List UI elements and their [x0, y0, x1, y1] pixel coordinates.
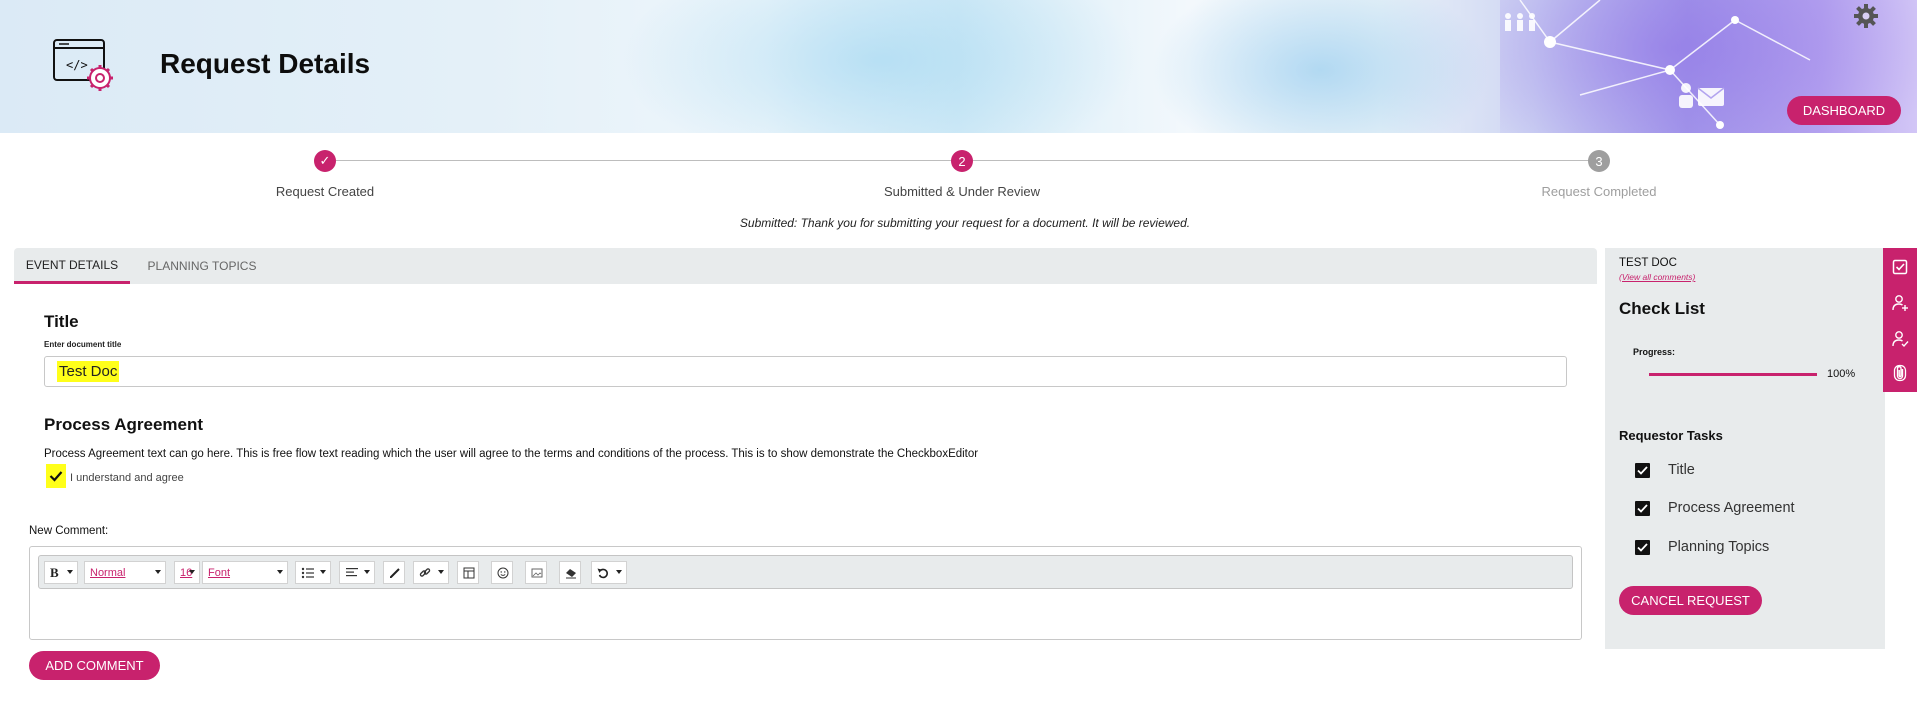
font-value: Font	[208, 566, 231, 579]
bold-button[interactable]: B	[44, 561, 78, 584]
image-icon	[531, 568, 543, 577]
undo-icon	[597, 568, 608, 578]
task-process-agreement[interactable]: Process Agreement	[1635, 500, 1795, 516]
progress-bar	[1649, 373, 1817, 376]
task-checkbox[interactable]	[1635, 500, 1650, 516]
page: </> Request Details DASHBOARD ✓ Request …	[0, 0, 1917, 711]
pen-button[interactable]	[383, 561, 405, 584]
requestor-tasks-heading: Requestor Tasks	[1619, 428, 1723, 443]
checklist-title: Check List	[1619, 299, 1705, 318]
step-2-marker: 2	[951, 150, 973, 172]
style-value: Normal	[90, 566, 126, 579]
agree-label: I understand and agree	[70, 472, 184, 484]
pen-icon	[390, 567, 400, 578]
gear-icon[interactable]	[1852, 2, 1880, 30]
step-2-label: Submitted & Under Review	[883, 184, 1041, 199]
attachment-icon[interactable]	[1891, 364, 1909, 382]
tab-planning-topics[interactable]: PLANNING TOPICS	[142, 248, 262, 284]
image-button[interactable]	[525, 561, 547, 584]
checkmark-icon	[1637, 542, 1648, 552]
task-title[interactable]: Title	[1635, 462, 1695, 478]
task-checkbox[interactable]	[1635, 539, 1650, 555]
cancel-request-button[interactable]: CANCEL REQUEST	[1619, 586, 1762, 615]
add-comment-button[interactable]: ADD COMMENT	[29, 651, 160, 680]
comment-label: New Comment:	[29, 525, 109, 537]
align-button[interactable]	[339, 561, 375, 584]
title-input[interactable]: Test Doc	[44, 356, 1567, 387]
list-icon	[301, 567, 314, 578]
title-heading: Title	[44, 312, 79, 331]
view-all-comments-link[interactable]: (View all comments)	[1619, 272, 1695, 282]
step-3-marker: 3	[1588, 150, 1610, 172]
tab-bar: EVENT DETAILS PLANNING TOPICS	[14, 248, 1597, 284]
checkmark-icon	[1637, 465, 1648, 475]
progress-percent: 100%	[1827, 368, 1856, 380]
user-check-icon[interactable]	[1891, 330, 1909, 348]
font-select[interactable]: Font	[202, 561, 288, 584]
link-icon	[419, 567, 431, 577]
progress-label: Progress:	[1633, 347, 1676, 357]
align-icon	[346, 567, 358, 576]
submission-note: Submitted: Thank you for submitting your…	[739, 216, 1191, 230]
bold-icon: B	[50, 564, 59, 580]
header-banner: </> Request Details DASHBOARD	[0, 0, 1917, 133]
title-hint: Enter document title	[44, 340, 122, 349]
task-label: Title	[1668, 462, 1695, 478]
checklist-icon[interactable]	[1891, 258, 1909, 276]
user-add-icon[interactable]	[1891, 294, 1909, 312]
emoji-button[interactable]	[491, 561, 513, 584]
comment-editor[interactable]: B Normal 16 Font	[29, 546, 1582, 640]
tab-event-details[interactable]: EVENT DETAILS	[14, 248, 130, 284]
table-icon	[463, 567, 475, 578]
table-button[interactable]	[457, 561, 479, 584]
step-1-label: Request Created	[275, 184, 375, 199]
agreement-heading: Process Agreement	[44, 415, 204, 434]
task-label: Process Agreement	[1668, 500, 1795, 516]
list-button[interactable]	[295, 561, 331, 584]
checkmark-icon	[1637, 503, 1648, 513]
link-button[interactable]	[413, 561, 449, 584]
page-title: Request Details	[160, 48, 371, 79]
dashboard-button[interactable]: DASHBOARD	[1787, 96, 1901, 125]
task-checkbox[interactable]	[1635, 462, 1650, 478]
eraser-icon	[566, 568, 576, 578]
stepper-line	[336, 160, 956, 161]
sidebar-icon-strip	[1883, 248, 1917, 392]
title-value: Test Doc	[57, 361, 120, 382]
step-1-done-icon: ✓	[314, 150, 336, 172]
stepper-line	[973, 160, 1593, 161]
doc-name: TEST DOC	[1619, 257, 1677, 269]
agreement-text: Process Agreement text can go here. This…	[44, 448, 979, 460]
progress-bar-fill	[1649, 373, 1817, 376]
step-3-label: Request Completed	[1541, 184, 1657, 199]
svg-text:</>: </>	[66, 58, 88, 72]
undo-button[interactable]	[591, 561, 627, 584]
eraser-button[interactable]	[559, 561, 581, 584]
agree-checkbox[interactable]	[46, 464, 66, 488]
code-settings-icon: </>	[52, 36, 116, 96]
emoji-icon	[497, 567, 509, 578]
task-label: Planning Topics	[1668, 539, 1770, 555]
task-planning-topics[interactable]: Planning Topics	[1635, 539, 1769, 555]
editor-toolbar: B Normal 16 Font	[38, 555, 1573, 589]
size-select[interactable]: 16	[174, 561, 200, 584]
checkmark-icon	[49, 471, 63, 482]
style-select[interactable]: Normal	[84, 561, 166, 584]
